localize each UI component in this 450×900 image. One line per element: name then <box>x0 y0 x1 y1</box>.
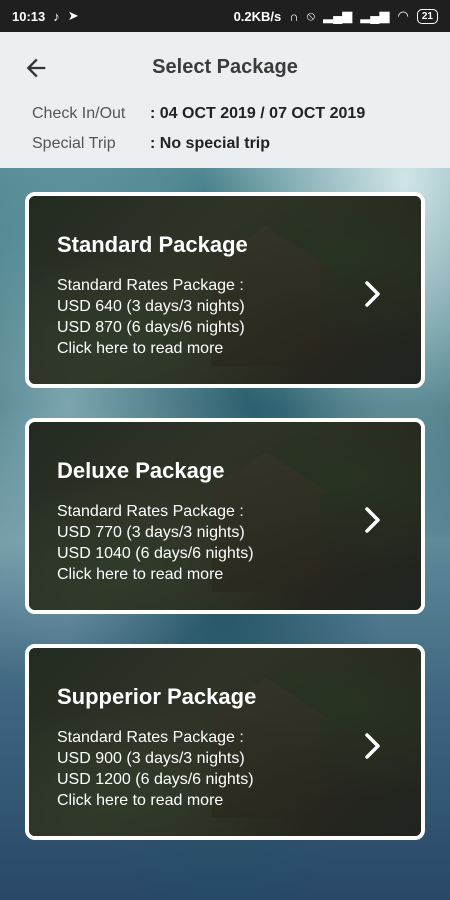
read-more-link[interactable]: Click here to read more <box>57 338 245 359</box>
status-time: 10:13 <box>12 8 46 24</box>
mute-icon: ⦸ <box>306 8 316 23</box>
telegram-icon: ➤ <box>67 8 79 23</box>
special-trip-value: : No special trip <box>150 135 271 152</box>
package-name: Standard Package <box>57 232 248 257</box>
rate-line: USD 1040 (6 days/6 nights) <box>57 545 254 562</box>
package-description: Standard Rates Package : USD 900 (3 days… <box>57 727 254 811</box>
package-card-deluxe[interactable]: Deluxe Package Standard Rates Package : … <box>25 418 425 614</box>
special-trip-row: Special Trip : No special trip <box>32 135 270 153</box>
package-card-superior[interactable]: Supperior Package Standard Rates Package… <box>25 644 425 840</box>
rate-line: USD 770 (3 days/3 nights) <box>57 524 245 541</box>
rate-line: USD 870 (6 days/6 nights) <box>57 319 245 336</box>
wifi-icon: ◠ <box>397 8 409 23</box>
package-name: Deluxe Package <box>57 458 225 483</box>
rates-title: Standard Rates Package : <box>57 277 244 294</box>
chevron-right-icon <box>365 733 380 759</box>
rate-line: USD 640 (3 days/3 nights) <box>57 298 245 315</box>
package-description: Standard Rates Package : USD 640 (3 days… <box>57 275 245 359</box>
rates-title: Standard Rates Package : <box>57 729 244 746</box>
special-trip-label: Special Trip <box>32 135 116 152</box>
package-card-standard[interactable]: Standard Package Standard Rates Package … <box>25 192 425 388</box>
check-in-out-value: : 04 OCT 2019 / 07 OCT 2019 <box>150 105 366 122</box>
chevron-right-icon <box>365 281 380 307</box>
check-in-out-label: Check In/Out <box>32 105 126 122</box>
tiktok-icon: ♪ <box>53 8 60 24</box>
page-title: Select Package <box>152 56 298 78</box>
package-name: Supperior Package <box>57 684 257 709</box>
check-in-out-row: Check In/Out : 04 OCT 2019 / 07 OCT 2019 <box>32 105 365 123</box>
package-description: Standard Rates Package : USD 770 (3 days… <box>57 501 254 585</box>
signal-icon: ▂▄▆ <box>360 8 390 23</box>
battery-icon: 21 <box>416 8 438 24</box>
read-more-link[interactable]: Click here to read more <box>57 564 254 585</box>
net-speed: 0.2KB/s <box>233 8 282 24</box>
signal-icon: ▂▄▆ <box>323 8 353 23</box>
chevron-right-icon <box>365 507 380 533</box>
read-more-link[interactable]: Click here to read more <box>57 790 254 811</box>
status-bar: 10:13 ♪ ➤ 0.2KB/s ∩ ⦸ ▂▄▆ ▂▄▆ ◠ 21 <box>0 0 450 32</box>
rate-line: USD 1200 (6 days/6 nights) <box>57 771 254 788</box>
page-header: Select Package Check In/Out : 04 OCT 2019… <box>0 32 450 168</box>
rates-title: Standard Rates Package : <box>57 503 244 520</box>
headphones-icon: ∩ <box>289 8 299 24</box>
rate-line: USD 900 (3 days/3 nights) <box>57 750 245 767</box>
